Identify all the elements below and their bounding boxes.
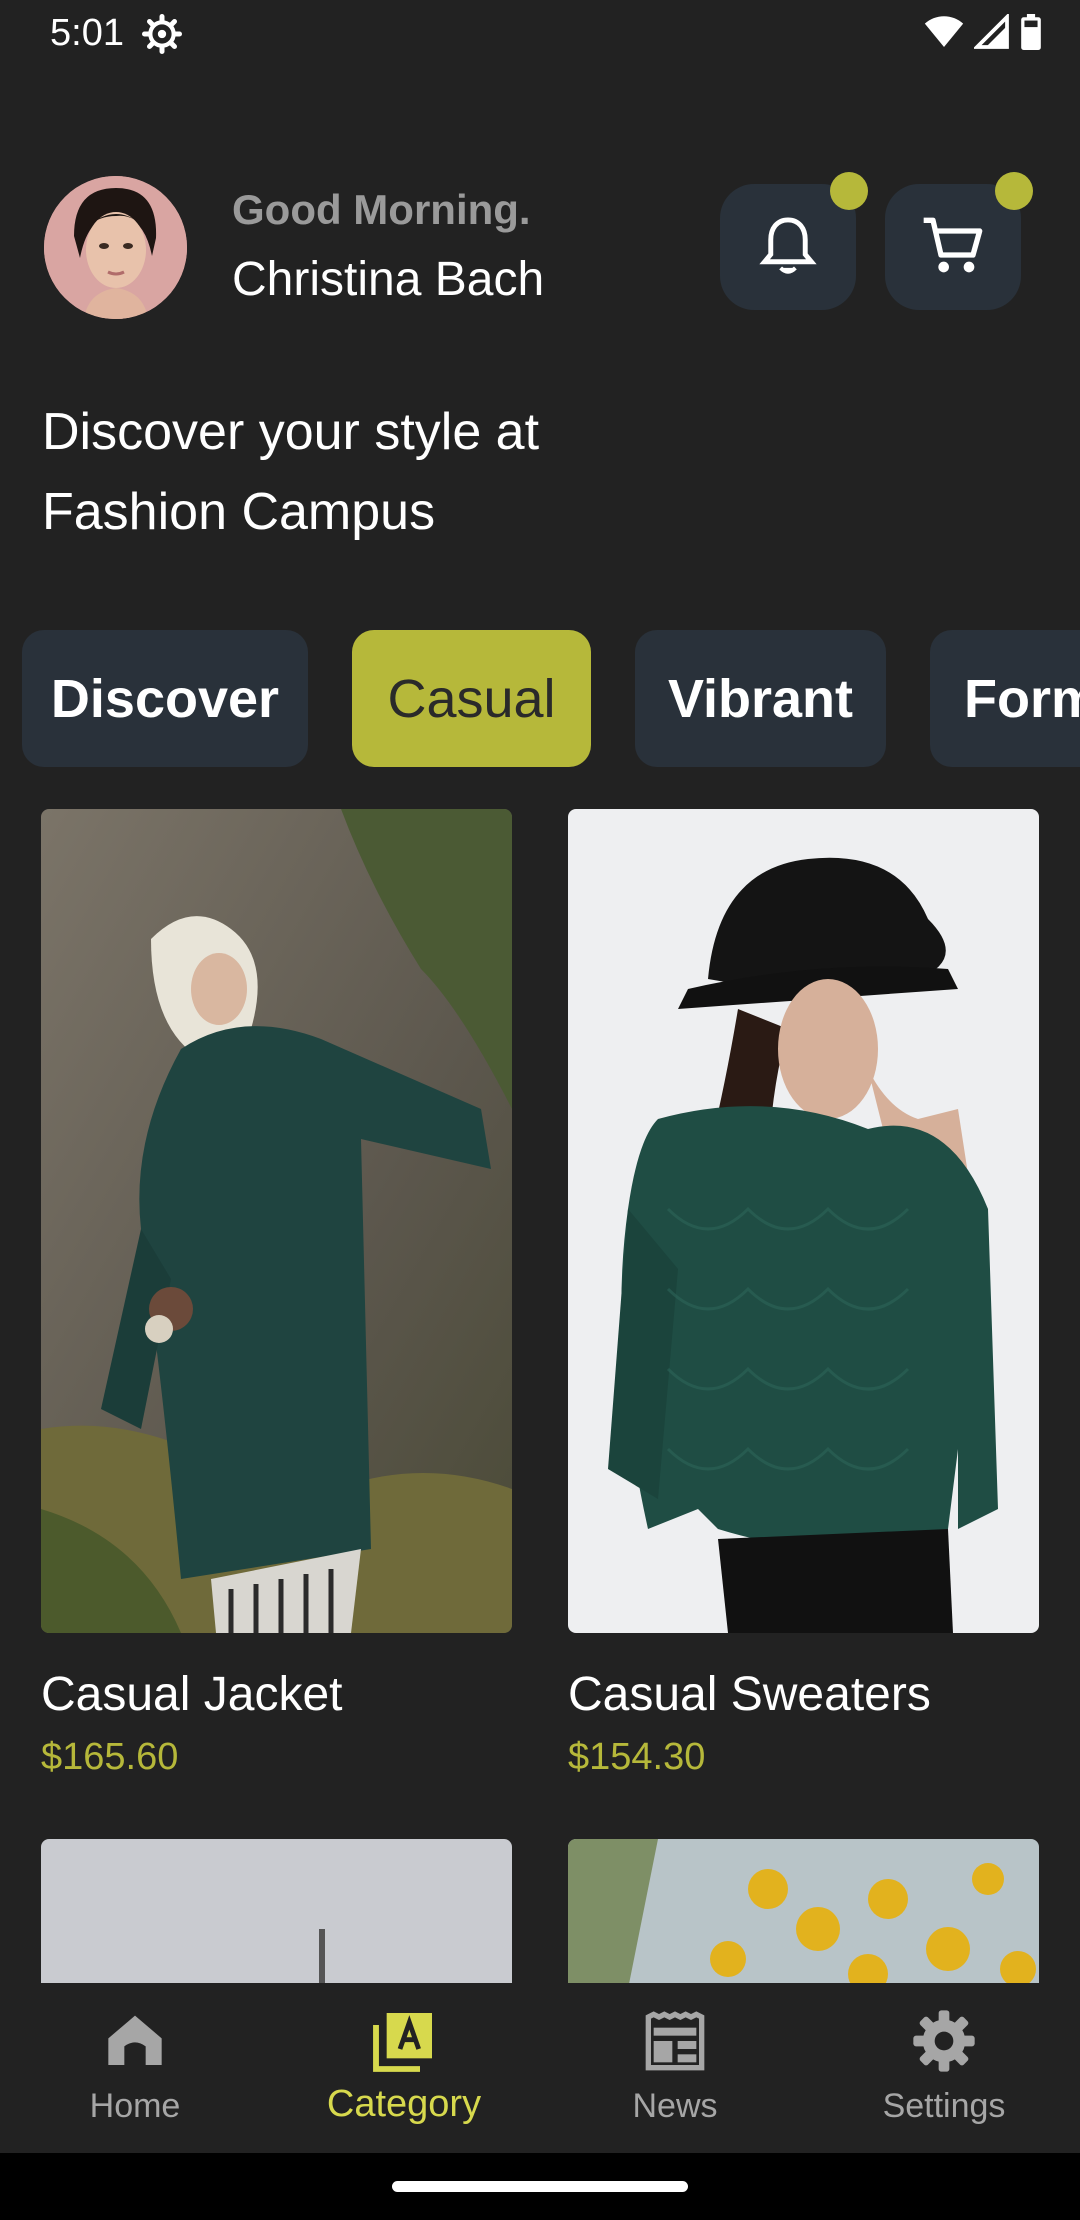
avatar[interactable] (44, 176, 187, 319)
cart-button[interactable] (885, 172, 1033, 310)
news-icon (645, 2011, 705, 2071)
gesture-bar (0, 2153, 1080, 2220)
product-image-partial[interactable] (41, 1839, 512, 1989)
nav-home[interactable]: Home (35, 1983, 235, 2153)
status-icons (924, 14, 1042, 50)
category-chips: Discover Casual Vibrant Form (22, 630, 1080, 767)
nav-label: Category (326, 2083, 482, 2125)
bottom-navigation: Home Category News Settings (0, 1983, 1080, 2153)
nav-news[interactable]: News (575, 1983, 775, 2153)
chip-casual[interactable]: Casual (352, 630, 591, 767)
chip-vibrant[interactable]: Vibrant (635, 630, 886, 767)
headline: Discover your style at Fashion Campus (42, 403, 540, 541)
product-card[interactable]: Casual Sweaters $154.30 (568, 809, 1039, 1779)
battery-icon (1021, 14, 1041, 50)
status-time: 5:01 (50, 12, 124, 54)
nav-settings[interactable]: Settings (844, 1983, 1044, 2153)
product-name: Casual Sweaters (568, 1668, 931, 1721)
nav-label: News (632, 2087, 718, 2125)
signal-icon (974, 14, 1009, 49)
cart-icon (923, 217, 983, 273)
category-icon (373, 2013, 432, 2072)
chip-formal[interactable]: Form (930, 630, 1080, 767)
status-bar: 5:01 (0, 0, 1080, 66)
chip-discover[interactable]: Discover (22, 630, 308, 767)
user-name: Christina Bach (232, 253, 545, 306)
notification-badge (830, 172, 868, 210)
product-price: $154.30 (568, 1736, 706, 1778)
bell-icon (759, 217, 817, 274)
product-price: $165.60 (41, 1736, 179, 1778)
home-icon (108, 2015, 162, 2065)
cart-badge (995, 172, 1033, 210)
nav-label: Home (89, 2087, 181, 2125)
gear-status-icon (142, 14, 182, 54)
product-image-casual-jacket[interactable] (41, 809, 512, 1633)
product-image-partial[interactable] (568, 1839, 1039, 1989)
settings-icon (913, 2010, 975, 2072)
product-card[interactable]: Casual Jacket $165.60 (41, 809, 512, 1779)
nav-category[interactable]: Category (304, 1983, 504, 2153)
product-name: Casual Jacket (41, 1668, 343, 1721)
greeting-text: Good Morning. (232, 186, 531, 233)
wifi-icon (924, 16, 964, 47)
nav-label: Settings (882, 2087, 1006, 2125)
home-gesture-handle[interactable] (392, 2181, 688, 2192)
notifications-button[interactable] (720, 172, 868, 310)
product-image-casual-sweaters[interactable] (568, 809, 1039, 1633)
